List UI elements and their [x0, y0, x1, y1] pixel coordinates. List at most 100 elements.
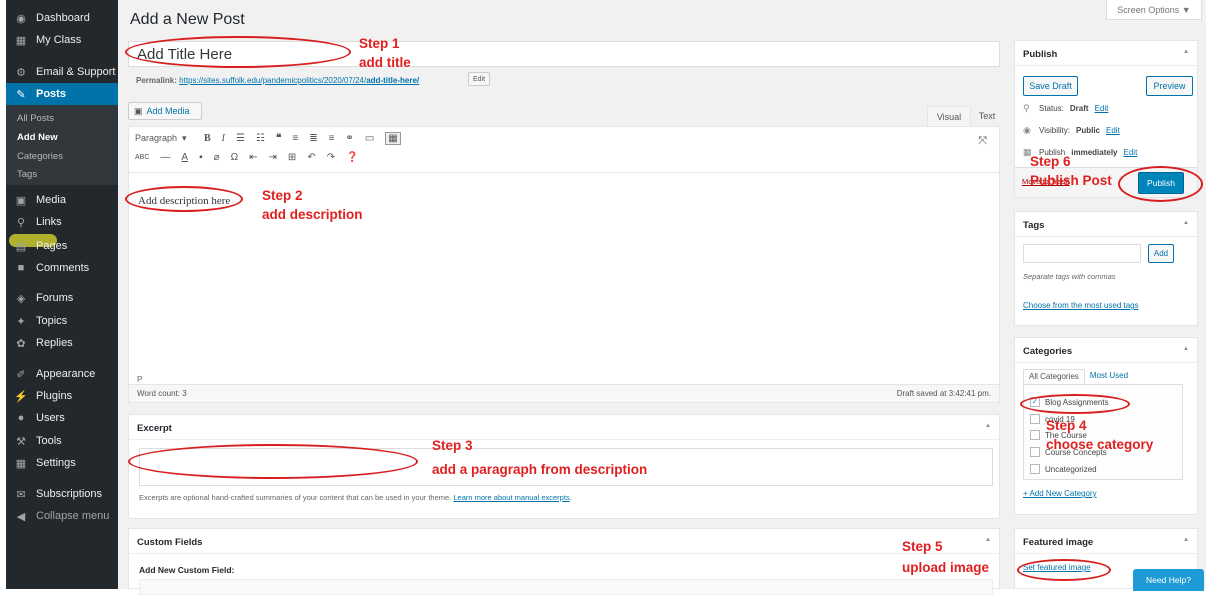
- tag-input[interactable]: [1023, 244, 1141, 263]
- publish-header[interactable]: Publish ▲: [1015, 41, 1197, 66]
- checkbox[interactable]: [1030, 447, 1040, 457]
- menu-plugins[interactable]: ⚡ Plugins: [6, 385, 118, 407]
- numbered-list-icon[interactable]: ☷: [256, 133, 265, 144]
- submenu-categories[interactable]: Categories: [17, 151, 63, 162]
- special-char-icon[interactable]: Ω: [231, 152, 238, 163]
- collapse-arrow-icon[interactable]: ▲: [1183, 49, 1189, 55]
- menu-media[interactable]: ▣ Media: [6, 189, 118, 211]
- submenu-tags[interactable]: Tags: [17, 169, 37, 180]
- link-icon[interactable]: ⚭: [345, 133, 353, 144]
- menu-topics[interactable]: ✦ Topics: [6, 310, 118, 332]
- submenu-all-posts[interactable]: All Posts: [17, 113, 54, 124]
- outdent-icon[interactable]: ⇤: [249, 152, 257, 163]
- fullscreen-icon[interactable]: ⤧: [978, 135, 987, 148]
- collapse-arrow-icon[interactable]: ▲: [1183, 346, 1189, 352]
- menu-comments[interactable]: ■ Comments: [6, 257, 118, 279]
- horizontal-line-icon[interactable]: —: [160, 152, 170, 163]
- collapse-arrow-icon[interactable]: ▲: [985, 423, 991, 429]
- settings-icon: ▦: [15, 457, 27, 470]
- indent-icon[interactable]: ⇥: [269, 152, 277, 163]
- annotation-step2: Step 2 add description: [262, 186, 363, 224]
- menu-subscriptions[interactable]: ✉ Subscriptions: [6, 483, 118, 505]
- italic-icon[interactable]: I: [222, 133, 225, 144]
- align-center-icon[interactable]: ≣: [309, 133, 317, 144]
- collapse-icon: ◀: [16, 510, 26, 523]
- add-new-category-link[interactable]: + Add New Category: [1023, 489, 1097, 498]
- menu-posts[interactable]: ✎ Posts: [6, 83, 118, 105]
- read-more-icon[interactable]: ▭: [365, 133, 374, 144]
- main-content: Add a New Post Screen Options ▼ Add Titl…: [118, 0, 1206, 595]
- custom-fields-header[interactable]: Custom Fields ▲: [129, 529, 999, 554]
- checkbox[interactable]: [1030, 464, 1040, 474]
- tags-title: Tags: [1023, 220, 1045, 231]
- visibility-edit-link[interactable]: Edit: [1106, 126, 1120, 135]
- brush-icon: ✐: [16, 368, 26, 381]
- comment-icon: ■: [17, 262, 25, 274]
- checkbox[interactable]: [1030, 414, 1040, 424]
- tab-all-categories[interactable]: All Categories: [1023, 369, 1085, 385]
- redo-icon[interactable]: ↷: [327, 152, 335, 163]
- custom-field-row: [139, 579, 993, 595]
- undo-icon[interactable]: ↶: [307, 152, 315, 163]
- screen-options-button[interactable]: Screen Options ▼: [1106, 0, 1202, 20]
- schedule-edit-link[interactable]: Edit: [1124, 148, 1138, 157]
- menu-settings[interactable]: ▦ Settings: [6, 452, 118, 474]
- annotation-ring-featured: [1017, 559, 1111, 581]
- menu-appearance[interactable]: ✐ Appearance: [6, 363, 118, 385]
- tab-text[interactable]: Text: [973, 106, 1001, 126]
- preview-button[interactable]: Preview: [1146, 76, 1193, 96]
- menu-replies[interactable]: ✿ Replies: [6, 332, 118, 354]
- text-color-icon[interactable]: A: [181, 152, 188, 163]
- add-media-label: Add Media: [146, 106, 190, 116]
- menu-collapse[interactable]: ◀ Collapse menu: [6, 505, 118, 527]
- menu-pages[interactable]: ▤ Pages: [6, 235, 118, 257]
- menu-my-class[interactable]: ▦ My Class: [6, 29, 118, 51]
- menu-tools[interactable]: ⚒ Tools: [6, 430, 118, 452]
- table-icon[interactable]: ⊞: [288, 152, 296, 163]
- menu-forums[interactable]: ◈ Forums: [6, 287, 118, 309]
- wrench-icon: ⚒: [16, 435, 26, 448]
- collapse-arrow-icon[interactable]: ▲: [1183, 220, 1189, 226]
- help-icon[interactable]: ❓: [346, 152, 358, 163]
- visibility-label: Visibility:: [1039, 126, 1070, 135]
- post-editor: Paragraph ▾ B I ☰ ☷ ❝ ≡ ≣ ≡ ⚭ ▭ ▦ ABC — …: [128, 126, 1000, 403]
- menu-links[interactable]: ⚲ Links: [6, 211, 118, 233]
- menu-dashboard[interactable]: ◉ Dashboard: [6, 7, 118, 29]
- need-help-button[interactable]: Need Help?: [1133, 569, 1204, 591]
- format-select[interactable]: Paragraph ▾: [135, 133, 193, 144]
- paste-text-icon[interactable]: ▪: [199, 152, 203, 163]
- collapse-arrow-icon[interactable]: ▲: [1183, 537, 1189, 543]
- toolbar-toggle-icon[interactable]: ▦: [385, 132, 401, 145]
- custom-fields-box: Custom Fields ▲ Add New Custom Field:: [128, 528, 1000, 595]
- tags-header[interactable]: Tags ▲: [1015, 212, 1197, 237]
- align-left-icon[interactable]: ≡: [292, 133, 298, 144]
- submenu-add-new[interactable]: Add New: [17, 132, 58, 143]
- tab-most-used[interactable]: Most Used: [1085, 369, 1133, 385]
- tab-visual[interactable]: Visual: [927, 106, 971, 126]
- menu-label: Pages: [36, 240, 68, 252]
- blockquote-icon[interactable]: ❝: [276, 133, 281, 144]
- pin-icon: ✎: [16, 88, 26, 101]
- featured-image-header[interactable]: Featured image ▲: [1015, 529, 1197, 554]
- eye-icon: ◉: [1023, 125, 1031, 135]
- permalink-url[interactable]: https://sites.suffolk.edu/pandemicpoliti…: [179, 76, 366, 85]
- annotation-step4: Step 4 choose category: [1046, 416, 1153, 454]
- bullet-list-icon[interactable]: ☰: [236, 133, 245, 144]
- permalink-edit-button[interactable]: Edit: [468, 72, 490, 86]
- excerpt-learn-more-link[interactable]: Learn more about manual excerpts: [453, 493, 569, 502]
- bold-icon[interactable]: B: [204, 133, 211, 144]
- category-item[interactable]: Uncategorized: [1030, 464, 1097, 474]
- clear-format-icon[interactable]: ⌀: [214, 152, 220, 163]
- menu-users[interactable]: ● Users: [6, 407, 118, 429]
- choose-tags-link[interactable]: Choose from the most used tags: [1023, 301, 1139, 310]
- align-right-icon[interactable]: ≡: [329, 133, 335, 144]
- permalink-slug[interactable]: add-title-here/: [366, 76, 419, 85]
- save-draft-button[interactable]: Save Draft: [1023, 76, 1078, 96]
- strikethrough-icon[interactable]: ABC: [135, 154, 149, 161]
- add-media-button[interactable]: ▣ Add Media: [128, 102, 202, 120]
- menu-email-support[interactable]: ⚙ Email & Support: [6, 61, 118, 83]
- status-edit-link[interactable]: Edit: [1095, 104, 1109, 113]
- checkbox[interactable]: [1030, 430, 1040, 440]
- categories-header[interactable]: Categories ▲: [1015, 338, 1197, 363]
- add-tag-button[interactable]: Add: [1148, 244, 1174, 263]
